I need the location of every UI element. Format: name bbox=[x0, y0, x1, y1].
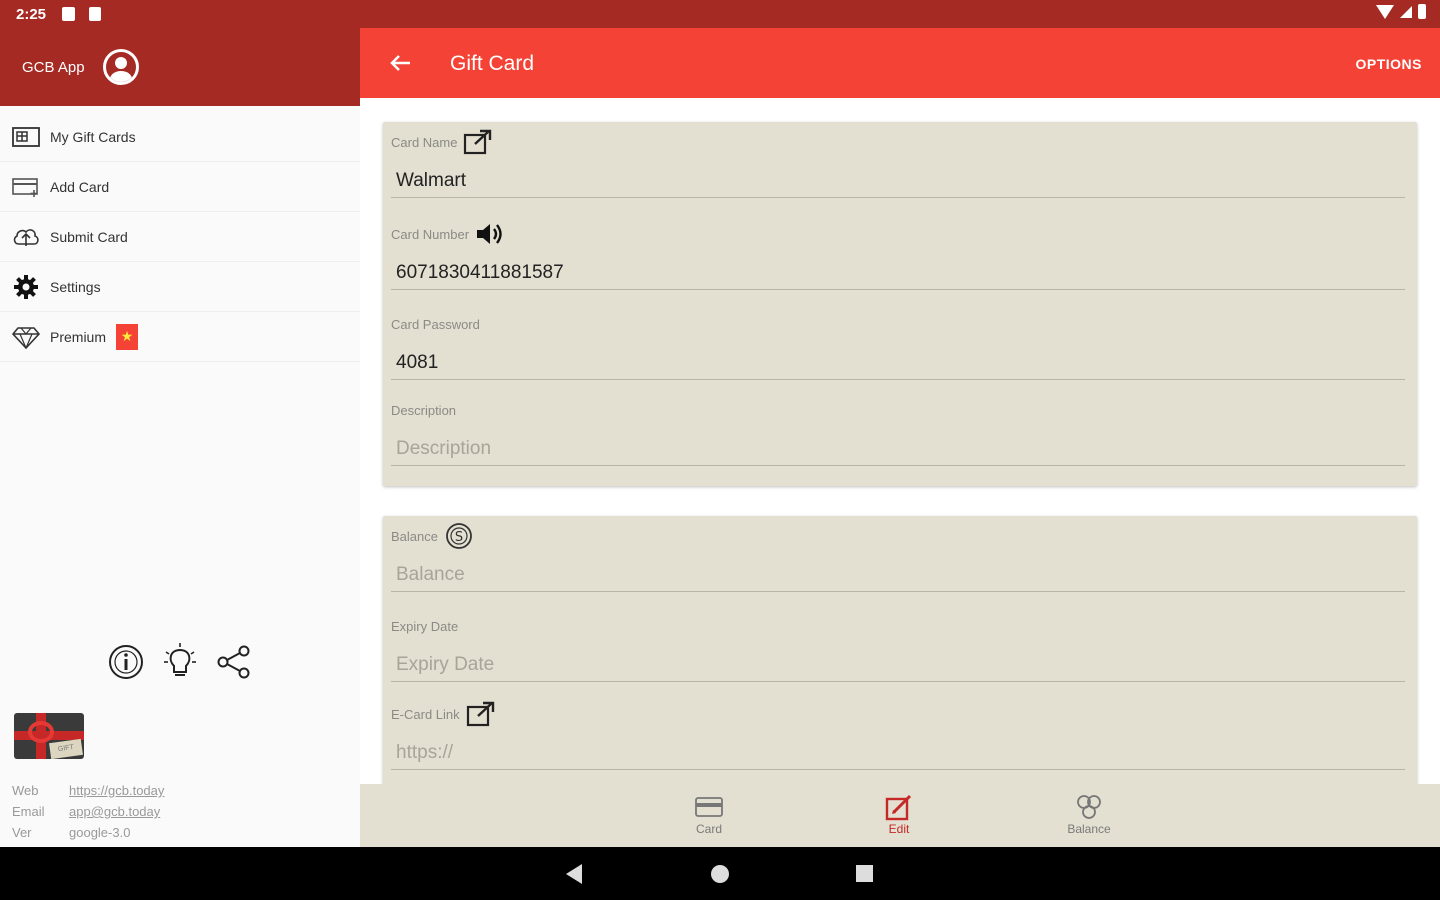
gift-card-form: Card Name Walmart Card Number 6071830411… bbox=[360, 98, 1440, 784]
notification-icon bbox=[62, 7, 75, 21]
app-bar: Gift Card OPTIONS bbox=[360, 28, 1440, 98]
web-link[interactable]: https://gcb.today bbox=[69, 780, 164, 801]
cloud-upload-icon bbox=[12, 225, 40, 249]
expiry-date-input[interactable]: Expiry Date bbox=[391, 648, 1405, 682]
account-avatar-icon[interactable] bbox=[102, 49, 139, 85]
gift-card-logo: GIFT bbox=[14, 713, 84, 759]
gift-card-icon bbox=[12, 125, 40, 149]
sd-card-icon bbox=[89, 7, 101, 21]
menu-item-submit-card[interactable]: Submit Card bbox=[0, 212, 360, 262]
back-arrow-icon[interactable] bbox=[386, 48, 416, 78]
card-name-field: Card Name Walmart bbox=[391, 128, 1405, 198]
system-back-icon[interactable] bbox=[566, 864, 582, 884]
page-title: Gift Card bbox=[450, 52, 535, 75]
expiry-date-field: Expiry Date Expiry Date bbox=[391, 612, 1405, 682]
app-name: GCB App bbox=[22, 58, 85, 76]
menu-item-premium[interactable]: Premium ★ bbox=[0, 312, 360, 362]
battery-icon bbox=[1418, 4, 1426, 19]
speaker-icon[interactable] bbox=[475, 221, 505, 247]
open-external-icon[interactable] bbox=[466, 701, 496, 727]
diamond-icon bbox=[12, 325, 40, 349]
drawer-menu: My Gift Cards Add Card Submit Card Setti… bbox=[0, 112, 360, 362]
premium-star-icon: ★ bbox=[116, 323, 139, 350]
info-web: Web https://gcb.today bbox=[12, 780, 164, 801]
wifi-icon bbox=[1376, 4, 1394, 19]
balance-input[interactable]: Balance bbox=[391, 558, 1405, 592]
coins-icon bbox=[1049, 792, 1129, 822]
drawer-action-icons bbox=[108, 642, 252, 682]
navigation-drawer: GCB App My Gift Cards Add Card Submit Ca… bbox=[0, 28, 360, 847]
lightbulb-icon[interactable] bbox=[162, 642, 198, 682]
card-balance-panel: Balance S Balance Expiry Date Expiry Dat… bbox=[383, 516, 1417, 784]
menu-item-label: Premium bbox=[50, 328, 107, 345]
balance-coin-icon[interactable]: S bbox=[444, 522, 474, 550]
tab-balance[interactable]: Balance bbox=[1049, 792, 1129, 836]
menu-item-my-gift-cards[interactable]: My Gift Cards bbox=[0, 112, 360, 162]
app-info: Web https://gcb.today Email app@gcb.toda… bbox=[12, 780, 164, 843]
card-details-panel: Card Name Walmart Card Number 6071830411… bbox=[383, 122, 1417, 486]
description-input[interactable]: Description bbox=[391, 432, 1405, 466]
add-card-icon bbox=[12, 175, 40, 199]
system-navigation-bar bbox=[0, 847, 1440, 900]
share-icon[interactable] bbox=[216, 642, 252, 682]
open-external-icon[interactable] bbox=[463, 129, 493, 155]
options-button[interactable]: OPTIONS bbox=[1355, 56, 1422, 72]
card-password-input[interactable]: 4081 bbox=[391, 346, 1405, 380]
bottom-navigation: Card Edit Balance bbox=[360, 784, 1440, 847]
card-number-input[interactable]: 6071830411881587 bbox=[391, 256, 1405, 290]
status-time: 2:25 bbox=[16, 6, 47, 23]
tab-edit[interactable]: Edit bbox=[859, 792, 939, 836]
menu-item-add-card[interactable]: Add Card bbox=[0, 162, 360, 212]
card-number-field: Card Number 6071830411881587 bbox=[391, 220, 1405, 290]
status-icons bbox=[1376, 4, 1426, 19]
signal-icon bbox=[1400, 5, 1412, 18]
card-name-input[interactable]: Walmart bbox=[391, 164, 1405, 198]
system-home-icon[interactable] bbox=[711, 865, 729, 883]
tab-card[interactable]: Card bbox=[669, 792, 749, 836]
svg-text:S: S bbox=[455, 530, 463, 545]
menu-item-label: Settings bbox=[50, 278, 101, 295]
menu-item-label: Submit Card bbox=[50, 228, 128, 245]
card-password-field: Card Password 4081 bbox=[391, 310, 1405, 380]
ecard-link-input[interactable]: https:// bbox=[391, 736, 1405, 770]
info-version: Ver google-3.0 bbox=[12, 825, 131, 840]
ecard-link-field: E-Card Link https:// bbox=[391, 700, 1405, 770]
status-bar: 2:25 bbox=[0, 0, 1440, 28]
credit-card-icon bbox=[669, 792, 749, 822]
menu-item-label: Add Card bbox=[50, 178, 110, 195]
gear-icon bbox=[12, 274, 40, 299]
menu-item-settings[interactable]: Settings bbox=[0, 262, 360, 312]
menu-item-label: My Gift Cards bbox=[50, 128, 136, 145]
info-icon[interactable] bbox=[108, 642, 144, 682]
drawer-header: GCB App bbox=[0, 28, 360, 106]
system-recents-icon[interactable] bbox=[856, 865, 873, 882]
info-email: Email app@gcb.today bbox=[12, 801, 164, 822]
edit-icon bbox=[859, 792, 939, 822]
email-link[interactable]: app@gcb.today bbox=[69, 801, 160, 822]
description-field: Description Description bbox=[391, 396, 1405, 466]
balance-field: Balance S Balance bbox=[391, 522, 1405, 592]
